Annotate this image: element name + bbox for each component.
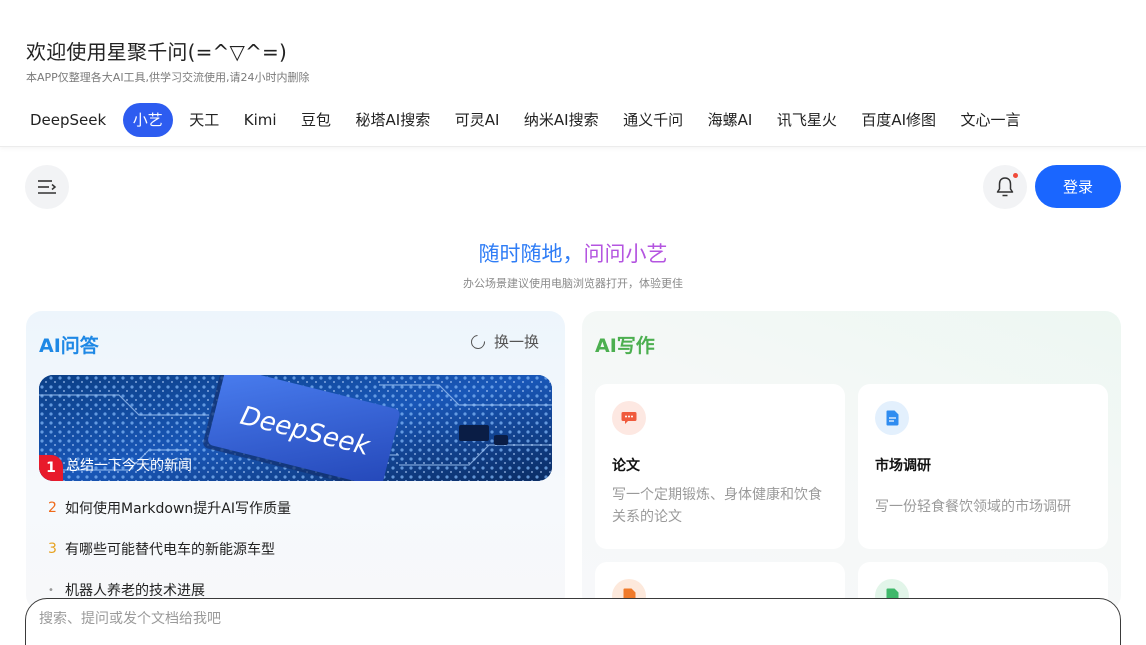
tab-kling[interactable]: 可灵AI: [447, 103, 508, 137]
featured-question-text: 总结一下今天的新闻: [66, 458, 192, 474]
app-subtitle: 本APP仅整理各大AI工具,供学习交流使用,请24小时内删除: [26, 71, 310, 84]
bell-icon: [996, 177, 1014, 197]
tab-baidu-retouch[interactable]: 百度AI修图: [853, 103, 944, 137]
search-input[interactable]: [39, 611, 939, 627]
tab-deepseek[interactable]: DeepSeek: [22, 103, 114, 137]
writing-card-title: 市场调研: [875, 458, 931, 474]
hero-title: 随时随地，问问小艺: [0, 238, 1146, 268]
ai-qa-card: AI问答 换一换 DeepSeek 1 总结一下今天的新闻 2 如何使用Mark…: [26, 311, 565, 611]
refresh-label: 换一换: [493, 333, 539, 351]
list-item[interactable]: 3 有哪些可能替代电车的新能源车型: [39, 539, 291, 559]
list-item[interactable]: 2 如何使用Markdown提升AI写作质量: [39, 498, 291, 518]
tab-metaso[interactable]: 秘塔AI搜索: [348, 103, 439, 137]
tab-nami[interactable]: 纳米AI搜索: [516, 103, 607, 137]
chat-bubble-icon: [612, 401, 646, 435]
tab-kimi[interactable]: Kimi: [236, 103, 285, 137]
ai-qa-title: AI问答: [39, 335, 99, 357]
hero-title-part2: 问问小艺: [583, 242, 668, 266]
writing-card-desc: 写一个定期锻炼、身体健康和饮食关系的论文: [612, 487, 822, 525]
menu-collapse-icon: [38, 180, 57, 194]
tab-xinghuo[interactable]: 讯飞星火: [769, 103, 845, 137]
notification-dot: [1013, 173, 1018, 178]
tab-xiaoyi[interactable]: 小艺: [122, 103, 173, 137]
writing-card-paper[interactable]: 论文 写一个定期锻炼、身体健康和饮食关系的论文: [595, 384, 845, 549]
tab-hailuo[interactable]: 海螺AI: [700, 103, 761, 137]
refresh-button[interactable]: 换一换: [468, 331, 539, 352]
tab-tiangong[interactable]: 天工: [181, 103, 227, 137]
bullet-dot: •: [48, 584, 54, 596]
search-box: [25, 598, 1121, 645]
question-text: 有哪些可能替代电车的新能源车型: [65, 542, 275, 558]
writing-card-desc: 写一份轻食餐饮领域的市场调研: [875, 499, 1071, 515]
rank-number: 2: [48, 500, 57, 516]
question-text: 如何使用Markdown提升AI写作质量: [65, 501, 292, 517]
model-tabs: DeepSeek 小艺 天工 Kimi 豆包 秘塔AI搜索 可灵AI 纳米AI搜…: [22, 103, 1037, 137]
hero-note: 办公场景建议使用电脑浏览器打开，体验更佳: [463, 277, 683, 290]
rank-number: 3: [48, 541, 57, 557]
ai-writing-card: AI写作 论文 写一个定期锻炼、身体健康和饮食关系的论文 市场调研 写一份轻食餐…: [582, 311, 1121, 622]
writing-card-title: 论文: [612, 458, 640, 474]
tab-wenxin[interactable]: 文心一言: [953, 103, 1029, 137]
menu-button[interactable]: [25, 165, 69, 209]
login-button[interactable]: 登录: [1035, 165, 1121, 208]
app-title: 欢迎使用星聚千问(=^▽^=): [26, 40, 288, 64]
notification-button[interactable]: [983, 165, 1027, 209]
document-icon: [875, 401, 909, 435]
question-text: 机器人养老的技术进展: [65, 583, 205, 599]
refresh-icon: [468, 331, 488, 352]
rank-badge: 1: [39, 455, 63, 481]
featured-question-banner[interactable]: DeepSeek 1 总结一下今天的新闻: [39, 375, 552, 481]
ai-writing-title: AI写作: [595, 335, 655, 357]
hero-title-part1: 随时随地，: [478, 242, 584, 266]
tab-doubao[interactable]: 豆包: [293, 103, 339, 137]
top-header: 欢迎使用星聚千问(=^▽^=) 本APP仅整理各大AI工具,供学习交流使用,请2…: [0, 0, 1146, 147]
list-item[interactable]: • 机器人养老的技术进展: [39, 580, 291, 600]
writing-card-market-research[interactable]: 市场调研 写一份轻食餐饮领域的市场调研: [858, 384, 1108, 549]
tab-tongyi[interactable]: 通义千问: [615, 103, 691, 137]
